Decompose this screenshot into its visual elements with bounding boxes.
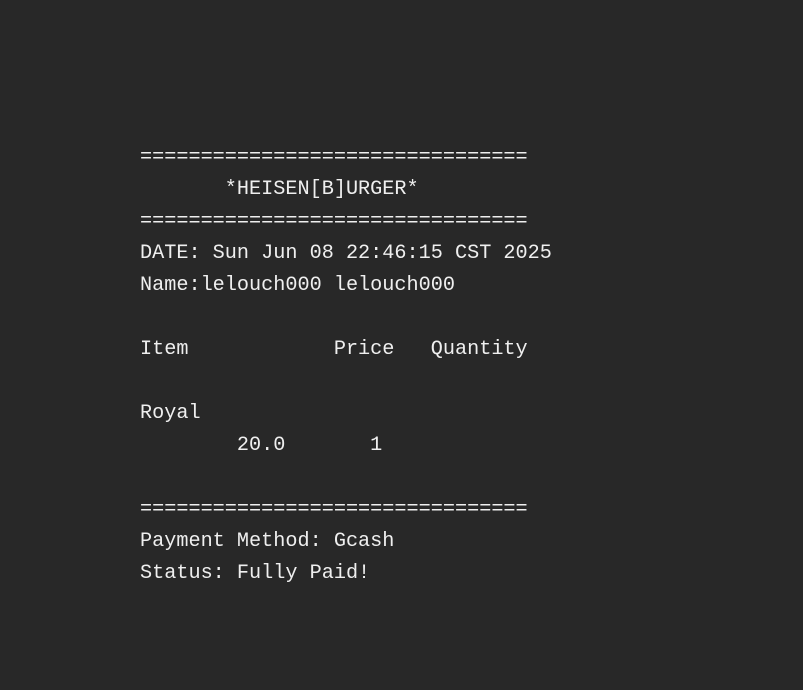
customer-name: Name:lelouch000 lelouch000	[140, 274, 455, 297]
receipt-date: DATE: Sun Jun 08 22:46:15 CST 2025	[140, 242, 552, 265]
receipt-divider-top: ================================	[140, 146, 528, 169]
payment-status: Status: Fully Paid!	[140, 562, 371, 585]
receipt-title: *HEISEN[B]URGER*	[140, 178, 419, 201]
item-name: Royal	[140, 402, 201, 425]
payment-method: Payment Method: Gcash	[140, 530, 395, 553]
table-header: Item Price Quantity	[140, 338, 528, 361]
receipt-divider-bottom: ================================	[140, 498, 528, 521]
item-details: 20.0 1	[140, 434, 383, 457]
receipt-divider-title: ================================	[140, 210, 528, 233]
receipt-output: ================================ *HEISEN…	[140, 142, 552, 590]
